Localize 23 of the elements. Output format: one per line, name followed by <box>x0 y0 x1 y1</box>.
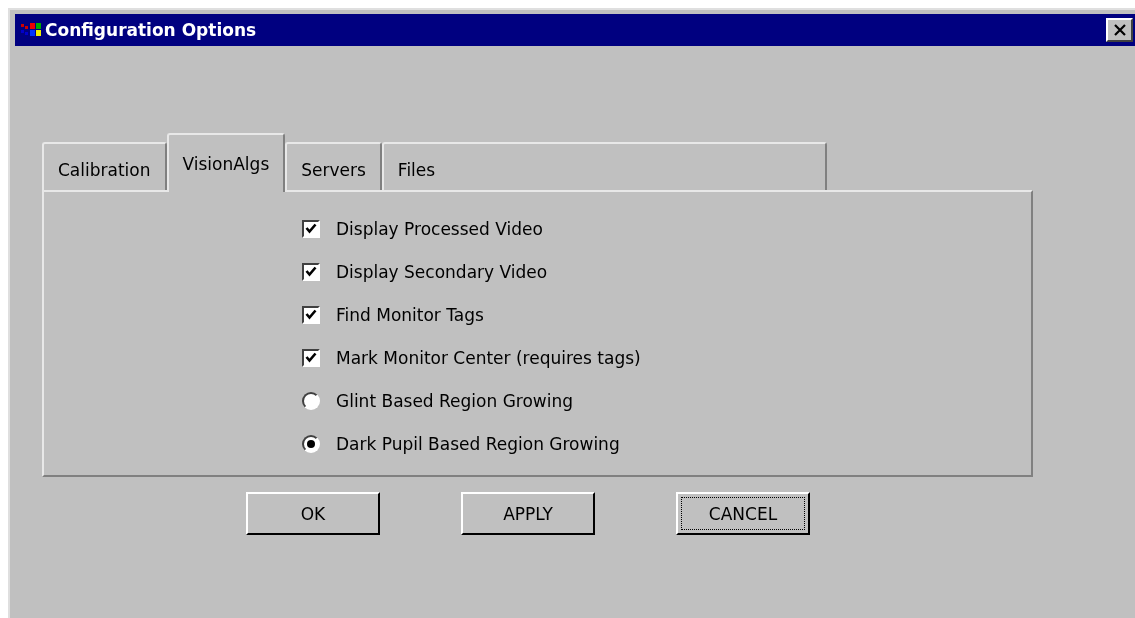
tab[interactable]: VisionAlgs <box>166 133 286 192</box>
option-label: Display Secondary Video <box>336 261 548 282</box>
checkbox[interactable] <box>302 348 320 367</box>
tab[interactable]: Files <box>381 142 827 190</box>
radio-button[interactable] <box>302 434 320 453</box>
checkbox[interactable] <box>302 305 320 324</box>
option-label: Mark Monitor Center (requires tags) <box>336 347 641 368</box>
option-label: Display Processed Video <box>336 218 543 239</box>
tab[interactable]: Calibration <box>42 142 167 190</box>
checkbox[interactable] <box>302 262 320 281</box>
dialog-button[interactable]: APPLY <box>461 492 595 535</box>
checkbox[interactable] <box>302 219 320 238</box>
option-label: Dark Pupil Based Region Growing <box>336 433 620 454</box>
close-button[interactable] <box>1106 18 1133 42</box>
tab[interactable]: Servers <box>285 142 382 190</box>
radio-button[interactable] <box>302 391 320 410</box>
app-icon <box>21 22 41 38</box>
window-title: Configuration Options <box>45 20 258 40</box>
option-label: Find Monitor Tags <box>336 304 484 325</box>
option-label: Glint Based Region Growing <box>336 390 574 411</box>
dialog-button[interactable]: OK <box>246 492 380 535</box>
close-icon <box>1113 24 1126 36</box>
dialog-button[interactable]: CANCEL <box>676 492 810 535</box>
